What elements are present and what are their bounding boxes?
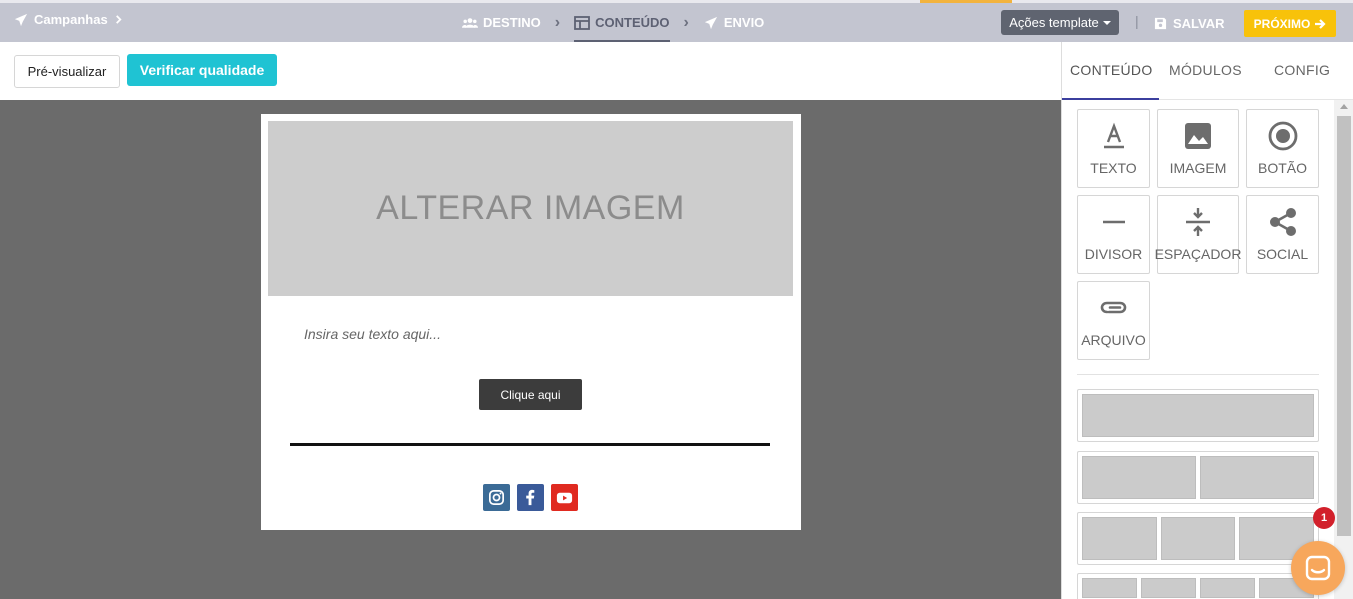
panel-tabs: CONTEÚDO MÓDULOS CONFIG (1062, 42, 1353, 100)
editor-canvas: ALTERAR IMAGEM Insira seu texto aqui... … (0, 100, 1061, 599)
panel-divider (1077, 374, 1319, 375)
paper-plane-icon (14, 13, 28, 26)
block-espacador[interactable]: ESPAÇADOR (1154, 195, 1242, 274)
layout-column (1082, 456, 1196, 499)
breadcrumb-label: Campanhas (34, 12, 108, 27)
breadcrumb-campanhas[interactable]: Campanhas (14, 12, 123, 27)
facebook-icon[interactable] (517, 484, 544, 511)
paperclip-icon (1100, 301, 1126, 314)
image-placeholder[interactable]: ALTERAR IMAGEM (268, 121, 793, 296)
block-arquivo[interactable]: ARQUIVO (1077, 281, 1150, 360)
instagram-icon[interactable] (483, 484, 510, 511)
layout-column (1082, 394, 1314, 437)
step-label: DESTINO (483, 15, 541, 30)
editor-action-bar: Pré-visualizar Verificar qualidade (0, 42, 1061, 100)
arrow-right-icon (1315, 18, 1326, 29)
active-tab-indicator (1062, 98, 1159, 100)
chevron-right-icon: › (554, 13, 561, 31)
spacer-icon (1186, 208, 1210, 236)
users-icon (462, 17, 478, 28)
block-label: BOTÃO (1257, 160, 1307, 176)
block-label: ESPAÇADOR (1154, 246, 1242, 262)
step-envio[interactable]: ENVIO (703, 3, 764, 42)
next-button[interactable]: PRÓXIMO (1244, 10, 1336, 37)
chat-icon (1305, 555, 1331, 581)
text-icon (1103, 122, 1124, 149)
preview-button[interactable]: Pré-visualizar (14, 55, 120, 88)
floppy-disk-icon (1154, 17, 1167, 30)
chevron-right-icon (115, 15, 122, 24)
step-label: ENVIO (723, 15, 765, 30)
layout-one-column[interactable] (1077, 389, 1319, 442)
step-conteudo[interactable]: CONTEÚDO (574, 3, 670, 42)
dropdown-label: Ações template (1009, 15, 1099, 30)
tab-conteudo[interactable]: CONTEÚDO (1070, 62, 1153, 78)
layout-column (1160, 517, 1236, 560)
block-label: DIVISOR (1084, 246, 1143, 262)
save-label: SALVAR (1173, 16, 1225, 31)
layout-column (1141, 578, 1196, 598)
caret-down-icon (1102, 20, 1111, 25)
block-label: IMAGEM (1169, 160, 1227, 176)
layout-icon (574, 15, 591, 30)
step-label: CONTEÚDO (595, 15, 670, 30)
next-label: PRÓXIMO (1253, 16, 1311, 31)
layout-three-columns[interactable] (1077, 512, 1319, 565)
chat-launcher[interactable] (1291, 541, 1345, 595)
divider-icon (1102, 220, 1125, 224)
text-block[interactable]: Insira seu texto aqui... (304, 326, 441, 342)
image-icon (1185, 123, 1211, 149)
content-panel: CONTEÚDO MÓDULOS CONFIG TEXTO IMAGEM BOT… (1061, 42, 1353, 599)
block-label: TEXTO (1090, 160, 1137, 176)
layout-four-columns[interactable] (1077, 573, 1319, 599)
button-icon (1268, 121, 1297, 151)
notification-badge: 1 (1313, 507, 1335, 529)
scroll-up-icon[interactable] (1340, 104, 1348, 109)
scrollbar-thumb[interactable] (1337, 116, 1351, 536)
tab-modulos[interactable]: MÓDULOS (1169, 62, 1242, 78)
block-social[interactable]: SOCIAL (1246, 195, 1319, 274)
block-label: ARQUIVO (1081, 332, 1146, 348)
layout-two-columns[interactable] (1077, 451, 1319, 504)
share-icon (1269, 208, 1296, 236)
email-template: ALTERAR IMAGEM Insira seu texto aqui... … (261, 114, 801, 530)
chevron-right-icon: › (683, 13, 689, 31)
block-divisor[interactable]: DIVISOR (1077, 195, 1150, 274)
step-destino[interactable]: DESTINO (462, 3, 541, 42)
tab-config[interactable]: CONFIG (1274, 62, 1330, 78)
layout-column (1082, 578, 1137, 598)
divider-block[interactable] (290, 443, 770, 446)
block-label: SOCIAL (1256, 246, 1309, 262)
block-imagem[interactable]: IMAGEM (1157, 109, 1239, 188)
progress-indicator (920, 0, 1012, 3)
block-botao[interactable]: BOTÃO (1246, 109, 1319, 188)
toolbar-separator: | (1135, 13, 1139, 29)
top-navigation-bar: Campanhas DESTINO › CONTEÚDO › ENVIO Açõ… (0, 0, 1353, 42)
block-texto[interactable]: TEXTO (1077, 109, 1150, 188)
template-actions-dropdown[interactable]: Ações template (1001, 10, 1119, 35)
layout-column (1200, 456, 1314, 499)
social-block[interactable] (483, 484, 578, 511)
youtube-icon[interactable] (551, 484, 578, 511)
wizard-steps: DESTINO › CONTEÚDO › ENVIO (462, 3, 764, 42)
layout-column (1082, 517, 1157, 560)
save-button[interactable]: SALVAR (1154, 16, 1225, 31)
verify-quality-button[interactable]: Verificar qualidade (127, 54, 277, 86)
paper-plane-icon (704, 16, 717, 29)
email-cta-button[interactable]: Clique aqui (479, 379, 582, 410)
layout-column (1200, 578, 1255, 598)
